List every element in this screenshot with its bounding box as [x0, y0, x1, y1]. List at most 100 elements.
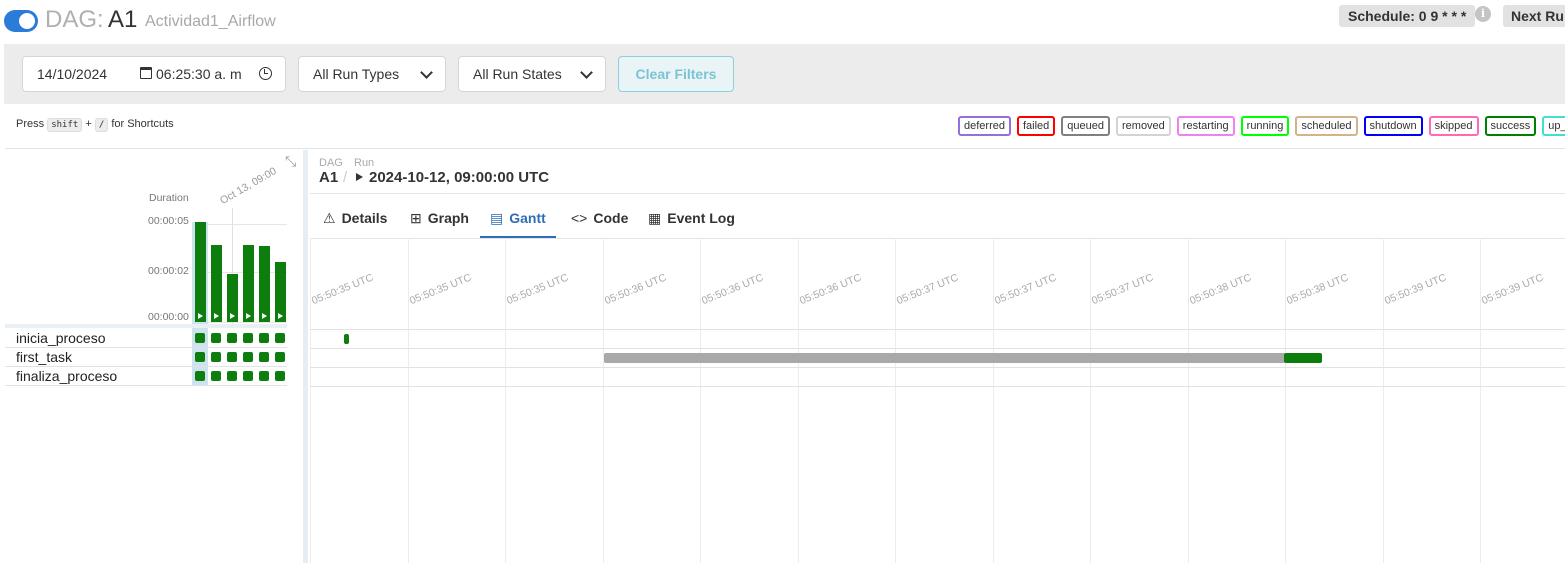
legend-scheduled[interactable]: scheduled [1295, 116, 1358, 136]
legend-queued[interactable]: queued [1061, 116, 1110, 136]
grid-header-divider [5, 324, 287, 328]
run-states-value: All Run States [473, 66, 562, 82]
run-play-icon [198, 313, 203, 319]
shortcut-suffix: for Shortcuts [111, 118, 174, 130]
collapse-grid-icon[interactable]: ⤡ [285, 154, 299, 168]
tab-details-label: Details [341, 210, 388, 226]
gantt-time-label: 05:50:38 UTC [1188, 271, 1254, 308]
task-instance-square[interactable] [195, 333, 205, 343]
task-instance-square[interactable] [275, 333, 285, 343]
task-instance-square[interactable] [243, 352, 253, 362]
legend-shutdown[interactable]: shutdown [1363, 116, 1423, 136]
breadcrumb-run-label: Run [354, 157, 375, 169]
gantt-gridline [310, 238, 311, 563]
legend-skipped[interactable]: skipped [1428, 116, 1479, 136]
duration-tick: 00:00:00 [148, 311, 189, 323]
chevron-down-icon [580, 66, 593, 79]
gantt-time-label: 05:50:37 UTC [1090, 271, 1156, 308]
legend-success[interactable]: success [1484, 116, 1537, 136]
legend-deferred[interactable]: deferred [958, 116, 1011, 136]
run-types-value: All Run Types [313, 66, 400, 82]
run-duration-bar[interactable] [211, 245, 222, 322]
tab-code[interactable]: <> Code [571, 198, 628, 238]
gantt-time-label: 05:50:35 UTC [310, 271, 376, 308]
tab-details[interactable]: ⚠ Details [323, 198, 387, 238]
base-date-input[interactable]: 14/10/2024 06:25:30 a. m [22, 56, 286, 92]
task-instance-square[interactable] [211, 333, 221, 343]
run-duration-bar[interactable] [227, 274, 238, 322]
shift-key: shift [47, 118, 83, 132]
run-duration-bar[interactable] [195, 222, 206, 322]
gantt-gridline [700, 238, 701, 563]
task-instance-square[interactable] [211, 371, 221, 381]
task-instance-square[interactable] [275, 371, 285, 381]
run-states-select[interactable]: All Run States [458, 56, 606, 92]
task-label-inicia-proceso[interactable]: inicia_proceso [16, 330, 106, 346]
run-play-icon [278, 313, 283, 319]
task-instance-square[interactable] [275, 352, 285, 362]
section-divider [5, 148, 1565, 149]
legend-restarting[interactable]: restarting [1176, 116, 1235, 136]
filter-bar: 14/10/2024 06:25:30 a. m All Run Types A… [4, 44, 1565, 104]
tab-graph[interactable]: ⊞ Graph [410, 198, 469, 238]
breadcrumb-dag[interactable]: A1 [319, 169, 338, 186]
shortcut-press-text: Press [16, 118, 45, 130]
gantt-row-divider [310, 367, 1565, 368]
gantt-icon: ▤ [490, 210, 504, 226]
legend-up-for[interactable]: up_for_ [1542, 116, 1565, 136]
gantt-time-label: 05:50:37 UTC [895, 271, 961, 308]
task-instance-square[interactable] [195, 352, 205, 362]
task-instance-square[interactable] [259, 371, 269, 381]
tab-event-log[interactable]: ▦ Event Log [648, 198, 735, 238]
gantt-time-label: 05:50:36 UTC [700, 271, 766, 308]
dag-pause-toggle[interactable] [4, 10, 38, 32]
gantt-gridline [1285, 238, 1286, 563]
panel-resize-divider[interactable] [303, 150, 308, 563]
tab-code-label: Code [593, 210, 629, 226]
run-play-icon [262, 313, 267, 319]
run-types-select[interactable]: All Run Types [298, 56, 446, 92]
breadcrumb-run[interactable]: 2024-10-12, 09:00:00 UTC [356, 169, 549, 186]
run-duration-bar[interactable] [243, 245, 254, 322]
gantt-gridline [1383, 238, 1384, 563]
run-duration-bar[interactable] [275, 262, 286, 322]
duration-axis-label: Duration [149, 192, 189, 204]
slash-key: / [94, 118, 109, 132]
event-log-icon: ▦ [648, 210, 662, 226]
calendar-icon[interactable] [140, 67, 152, 79]
task-label-first-task[interactable]: first_task [16, 349, 72, 365]
legend-failed[interactable]: failed [1016, 116, 1056, 136]
task-instance-square[interactable] [211, 352, 221, 362]
task-instance-square[interactable] [259, 333, 269, 343]
gantt-time-label: 05:50:39 UTC [1383, 271, 1449, 308]
legend-running[interactable]: running [1240, 116, 1290, 136]
dag-id: A1 [108, 6, 138, 33]
run-duration-bar[interactable] [259, 246, 270, 322]
gantt-gridline [993, 238, 994, 563]
duration-tick: 00:00:02 [148, 265, 189, 277]
clock-icon[interactable] [259, 67, 272, 80]
task-instance-square[interactable] [259, 352, 269, 362]
gantt-gridline [603, 238, 604, 563]
task-instance-square[interactable] [227, 352, 237, 362]
task-instance-square[interactable] [195, 371, 205, 381]
graph-icon: ⊞ [410, 210, 422, 226]
gantt-bar-first-task-running[interactable] [1284, 353, 1322, 363]
legend-removed[interactable]: removed [1116, 116, 1171, 136]
info-icon[interactable]: i [1475, 6, 1491, 22]
gantt-bar-first-task-queued[interactable] [604, 353, 1285, 363]
gantt-bar-inicia-proceso[interactable] [344, 334, 349, 344]
tab-gantt[interactable]: ▤ Gantt [480, 198, 556, 238]
shortcuts-hint: Press shift + / for Shortcuts [16, 118, 174, 132]
task-instance-square[interactable] [227, 333, 237, 343]
row-divider [5, 366, 287, 367]
task-label-finaliza-proceso[interactable]: finaliza_proceso [16, 368, 117, 384]
warning-icon: ⚠ [323, 210, 336, 226]
task-instance-square[interactable] [227, 371, 237, 381]
breadcrumb-dag-label: DAG [319, 157, 343, 169]
task-instance-square[interactable] [243, 333, 253, 343]
gantt-gridline [798, 238, 799, 563]
clear-filters-button[interactable]: Clear Filters [618, 56, 734, 92]
task-instance-square[interactable] [243, 371, 253, 381]
gantt-time-label: 05:50:36 UTC [798, 271, 864, 308]
